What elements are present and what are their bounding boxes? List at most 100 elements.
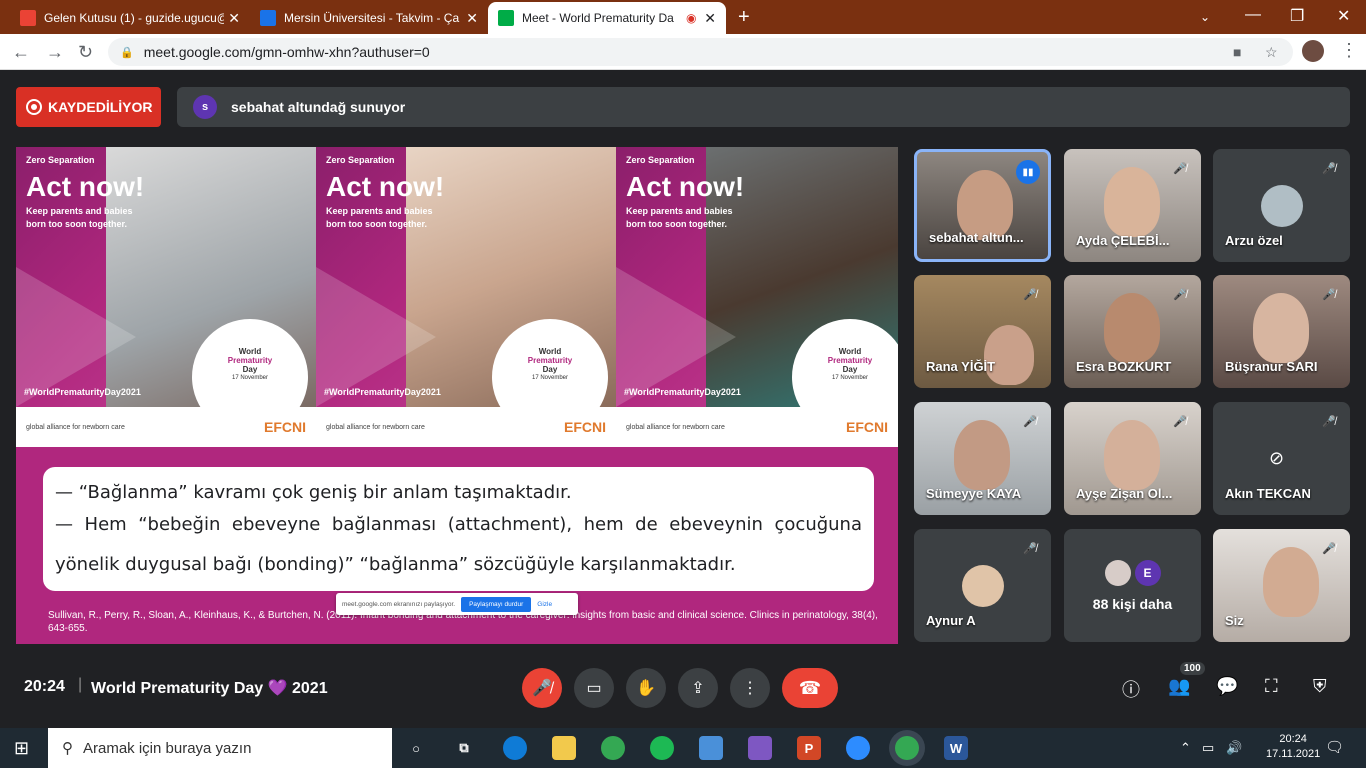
info-icon[interactable]: ⓘ [1122, 676, 1140, 702]
tray-chevron-icon[interactable]: ⌃ [1180, 740, 1191, 756]
new-tab-button[interactable]: + [738, 6, 750, 29]
chat-icon[interactable]: 💬 [1216, 676, 1238, 697]
poster-title: Act now! [626, 171, 745, 202]
camera-toggle-button[interactable]: ▭ [574, 668, 614, 708]
slide-bullet: — Hem “bebeğin ebeveyne bağlanması (atta… [55, 514, 862, 575]
tab-title: Meet - World Prematurity Da [522, 11, 674, 25]
poster-footer: global alliance for newborn care EFCNI [316, 407, 616, 447]
clock-time: 20:24 [1279, 733, 1307, 745]
forward-icon[interactable]: → [46, 42, 64, 63]
hangup-icon: ☎ [798, 677, 822, 698]
more-options-button[interactable]: ⋮ [730, 668, 770, 708]
logo-text: Day [542, 365, 558, 374]
logo-text: Day [842, 365, 858, 374]
participant-tile[interactable]: 🎤̸ Esra BOZKURT [1064, 275, 1201, 388]
participant-video [1104, 167, 1160, 237]
participant-avatars: E [1103, 559, 1163, 586]
participant-tile[interactable]: 🎤̸ Aynur A [914, 529, 1051, 642]
participant-name: Aynur A [926, 613, 976, 628]
poster-kicker: Zero Separation [26, 155, 95, 165]
windows-taskbar: ⊞ ⚲ Aramak için buraya yazın ○ ⧉ P W ⌃ ▭… [0, 728, 1366, 768]
self-tile[interactable]: 🎤̸ Siz [1213, 529, 1350, 642]
logo-text: Day [242, 365, 258, 374]
participant-tile[interactable]: 🎤̸ Sümeyye KAYA [914, 402, 1051, 515]
profile-avatar[interactable] [1302, 40, 1324, 62]
participant-tile[interactable]: ▮▮ sebahat altun... [914, 149, 1051, 262]
tab-calendar[interactable]: Mersin Üniversitesi - Takvim - Ça ✕ [250, 2, 488, 34]
chrome-icon[interactable] [601, 736, 625, 760]
participant-name: Ayda ÇELEBİ... [1076, 233, 1170, 248]
poster: Zero Separation Act now! Keep parents an… [316, 147, 616, 447]
participant-name: Arzu özel [1225, 233, 1283, 248]
spotify-icon[interactable] [650, 736, 674, 760]
app-icon[interactable] [748, 736, 772, 760]
raise-hand-button[interactable]: ✋ [626, 668, 666, 708]
participant-tile[interactable]: 🎤̸ Büşranur SARI [1213, 275, 1350, 388]
close-icon[interactable]: ✕ [704, 10, 716, 27]
task-view-icon[interactable]: ⧉ [452, 736, 476, 760]
speaking-icon: ▮▮ [1016, 160, 1040, 184]
mic-off-icon: 🎤̸ [1173, 288, 1187, 301]
self-video [1263, 547, 1319, 617]
hand-icon: ✋ [636, 680, 656, 697]
calculator-icon[interactable] [699, 736, 723, 760]
powerpoint-icon[interactable]: P [797, 736, 821, 760]
meeting-time: 20:24 [24, 678, 65, 695]
recording-dot-icon: ◉ [686, 11, 697, 25]
participant-name: Büşranur SARI [1225, 359, 1318, 374]
poster-subtitle: Keep parents and babies born too soon to… [626, 206, 733, 229]
hide-button[interactable]: Gizle [537, 601, 552, 608]
tab-search-icon[interactable]: ⌄ [1200, 10, 1210, 24]
host-controls-icon[interactable]: ⛨ [1313, 676, 1327, 697]
leave-call-button[interactable]: ☎ [782, 668, 838, 708]
notifications-icon[interactable]: 🗨 [1325, 738, 1344, 756]
present-button[interactable]: ⇪ [678, 668, 718, 708]
word-icon[interactable]: W [944, 736, 968, 760]
tab-title: Gelen Kutusu (1) - guzide.ugucu@ [44, 11, 224, 25]
tab-meet[interactable]: Meet - World Prematurity Da ◉ ✕ [488, 2, 726, 34]
participant-tile[interactable]: 🎤̸ Rana YİĞİT [914, 275, 1051, 388]
windows-start-icon[interactable]: ⊞ [14, 738, 29, 759]
participant-name: Ayşe Zişan Ol... [1076, 486, 1173, 501]
back-icon[interactable]: ← [12, 42, 30, 63]
stop-sharing-button[interactable]: Paylaşmayı durdur [461, 596, 532, 612]
address-bar[interactable]: 🔒 meet.google.com/gmn-omhw-xhn?authuser=… [108, 38, 1293, 66]
volume-icon[interactable]: 🔊 [1226, 740, 1242, 756]
share-notice-text: meet.google.com ekranınızı paylaşıyor. [342, 600, 456, 608]
more-icon[interactable]: ⋮ [1340, 40, 1358, 61]
chrome-active-icon[interactable] [895, 736, 919, 760]
close-icon[interactable]: ✕ [466, 10, 478, 27]
cortana-icon[interactable]: ○ [404, 736, 428, 760]
participant-tile[interactable]: 🎤̸ Ayda ÇELEBİ... [1064, 149, 1201, 262]
camera-icon[interactable]: ■ [1233, 44, 1241, 60]
url-text: meet.google.com/gmn-omhw-xhn?authuser=0 [143, 44, 430, 60]
close-window-button[interactable]: ✕ [1337, 6, 1350, 26]
more-participants-tile[interactable]: E 88 kişi daha [1064, 529, 1201, 642]
participant-count-badge: 100 [1180, 662, 1205, 675]
mic-off-icon: 🎤̸ [1023, 542, 1037, 555]
poster-decoration [16, 267, 136, 407]
poster-subtitle: Keep parents and babies born too soon to… [26, 206, 133, 229]
network-icon[interactable]: ▭ [1202, 740, 1214, 756]
reload-icon[interactable]: ↻ [78, 42, 93, 63]
logo-date: 17 November [531, 375, 569, 381]
tab-gmail[interactable]: Gelen Kutusu (1) - guzide.ugucu@ ✕ [10, 2, 250, 34]
taskbar-clock[interactable]: 20:24 17.11.2021 [1266, 732, 1320, 762]
mic-off-icon: 🎤̸ [1023, 288, 1037, 301]
mic-off-icon: 🎤̸ [532, 680, 552, 697]
zoom-icon[interactable] [846, 736, 870, 760]
close-icon[interactable]: ✕ [228, 10, 240, 27]
edge-icon[interactable] [503, 736, 527, 760]
participant-tile[interactable]: ⊘ 🎤̸ Akın TEKCAN [1213, 402, 1350, 515]
maximize-button[interactable]: ❐ [1290, 6, 1304, 26]
activities-icon[interactable]: ⛶ [1265, 676, 1278, 697]
participant-tile[interactable]: 🎤̸ Arzu özel [1213, 149, 1350, 262]
mic-toggle-button[interactable]: 🎤̸ [522, 668, 562, 708]
minimize-button[interactable]: — [1245, 6, 1261, 24]
star-icon[interactable]: ☆ [1265, 44, 1278, 61]
clock-date: 17.11.2021 [1266, 748, 1321, 760]
taskbar-search[interactable]: ⚲ Aramak için buraya yazın [48, 728, 392, 768]
file-explorer-icon[interactable] [552, 736, 576, 760]
participant-tile[interactable]: 🎤̸ Ayşe Zişan Ol... [1064, 402, 1201, 515]
people-icon[interactable]: 👥 [1168, 676, 1190, 697]
